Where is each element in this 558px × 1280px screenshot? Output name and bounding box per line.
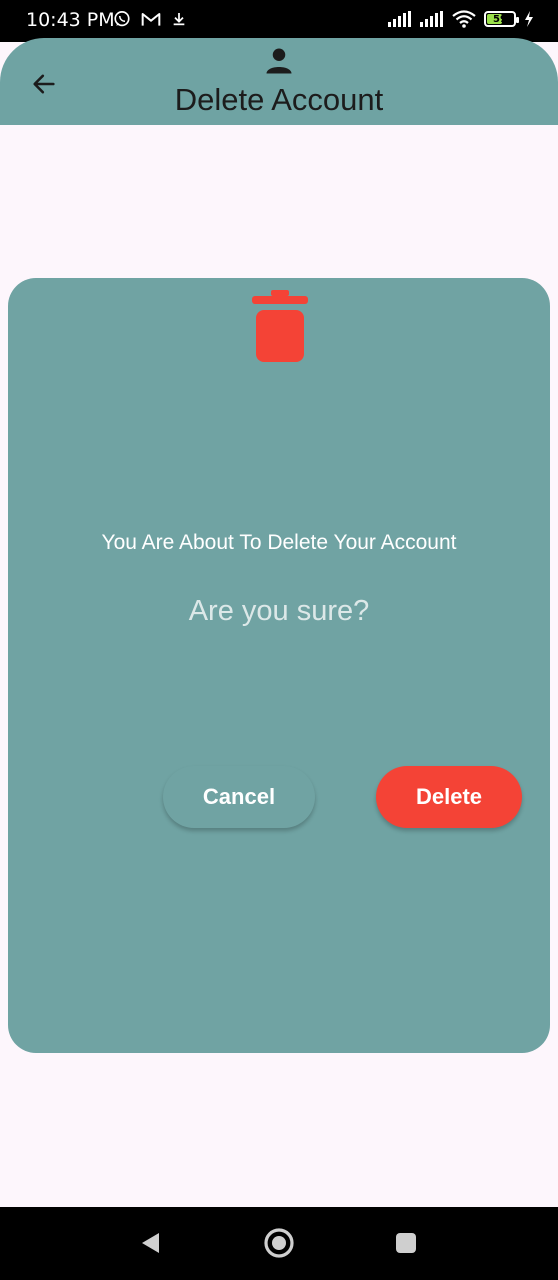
status-notification-icons — [113, 10, 187, 28]
battery-level: 59 — [493, 13, 507, 25]
nav-recents-icon[interactable] — [394, 1231, 418, 1255]
status-system-icons: 59 — [388, 10, 534, 28]
app-bar: Delete Account — [0, 38, 558, 125]
dialog-question: Are you sure? — [188, 595, 370, 627]
signal-2-icon — [420, 11, 443, 27]
dialog-message: You Are About To Delete Your Account — [101, 531, 457, 554]
wifi-icon — [452, 10, 476, 28]
trash-icon — [252, 290, 308, 362]
gmail-icon — [141, 13, 161, 26]
status-time: 10:43 PM — [26, 9, 115, 31]
signal-1-icon — [388, 11, 411, 27]
nav-home-icon[interactable] — [263, 1227, 295, 1259]
person-icon — [266, 48, 292, 74]
charging-icon — [525, 11, 533, 27]
cancel-button[interactable]: Cancel — [163, 766, 315, 828]
status-bar: 10:43 PM 59 — [0, 0, 558, 42]
nav-back-icon[interactable] — [139, 1231, 163, 1255]
page-title: Delete Account — [174, 82, 384, 117]
system-nav-bar — [0, 1207, 558, 1280]
battery-icon: 59 — [484, 11, 519, 27]
delete-account-dialog: You Are About To Delete Your Account Are… — [8, 278, 550, 1053]
download-icon — [173, 13, 185, 26]
whatsapp-icon — [114, 11, 130, 27]
delete-button[interactable]: Delete — [376, 766, 522, 828]
